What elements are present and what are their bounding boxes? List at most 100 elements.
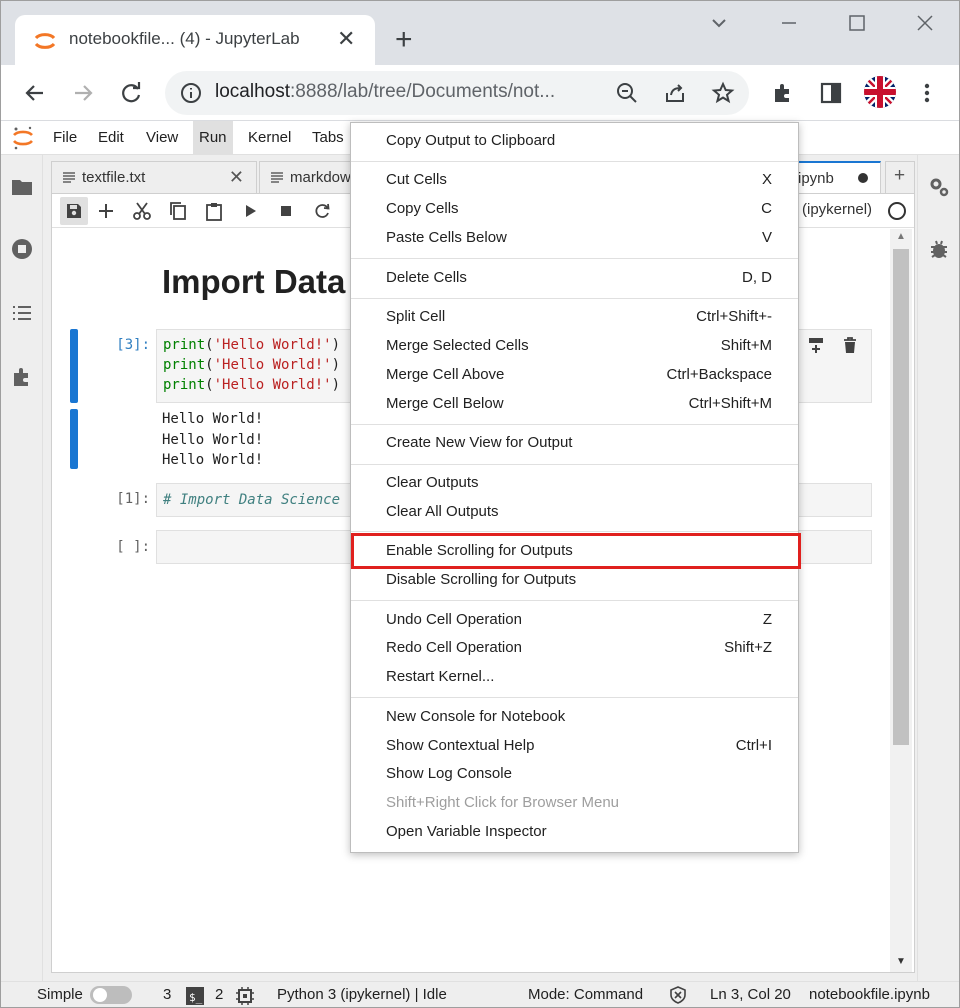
menu-kernel[interactable]: Kernel xyxy=(248,129,291,146)
tab-label: markdow xyxy=(290,169,351,186)
browser-window: notebookfile... (4) - JupyterLab ✕ + loc… xyxy=(0,0,960,1008)
side-panel-icon[interactable] xyxy=(817,79,845,107)
browser-menu-kebab-icon[interactable] xyxy=(913,79,941,107)
jupyter-logo-icon[interactable] xyxy=(11,125,35,151)
menu-item-label: Split Cell xyxy=(386,308,446,325)
debugger-bug-icon[interactable] xyxy=(927,237,951,261)
url-path: :8888/lab/tree/Documents/not... xyxy=(290,81,556,102)
profile-avatar-uk-flag-icon[interactable] xyxy=(863,75,897,109)
address-bar[interactable]: localhost:8888/lab/tree/Documents/not... xyxy=(165,71,749,115)
menu-item-open-variable-inspector[interactable]: Open Variable Inspector xyxy=(351,818,798,847)
zoom-icon[interactable] xyxy=(615,81,639,105)
share-icon[interactable] xyxy=(663,81,687,105)
reload-icon[interactable] xyxy=(117,79,145,107)
menu-item-clear-all-outputs[interactable]: Clear All Outputs xyxy=(351,498,798,527)
unsaved-dot-icon[interactable] xyxy=(858,173,868,183)
menu-item-new-console-for-notebook[interactable]: New Console for Notebook xyxy=(351,703,798,732)
menu-item-copy-output[interactable]: Copy Output to Clipboard xyxy=(351,127,798,156)
menu-tabs[interactable]: Tabs xyxy=(312,129,344,146)
menu-item-merge-cell-above[interactable]: Merge Cell Above Ctrl+Backspace xyxy=(351,361,798,390)
cut-scissors-icon[interactable] xyxy=(132,201,152,221)
menu-item-merge-selected-cells[interactable]: Merge Selected Cells Shift+M xyxy=(351,332,798,361)
forward-arrow-icon[interactable] xyxy=(69,79,97,107)
menu-separator xyxy=(351,531,798,532)
kernel-name[interactable]: (ipykernel) xyxy=(802,201,872,218)
copy-icon[interactable] xyxy=(168,201,188,221)
scroll-up-arrow-icon[interactable]: ▲ xyxy=(896,231,906,242)
menu-item-split-cell[interactable]: Split Cell Ctrl+Shift+- xyxy=(351,303,798,332)
menu-item-label: New Console for Notebook xyxy=(386,708,566,725)
menu-item-shortcut: Z xyxy=(762,611,772,628)
terminal-icon[interactable]: $_ xyxy=(186,987,204,1005)
save-button[interactable] xyxy=(60,197,88,225)
paste-clipboard-icon[interactable] xyxy=(204,201,224,221)
table-of-contents-icon[interactable] xyxy=(10,301,34,325)
extensions-puzzle-icon[interactable] xyxy=(769,79,797,107)
menu-item-cut-cells[interactable]: Cut Cells X xyxy=(351,166,798,195)
cell-collapser[interactable] xyxy=(70,329,78,403)
menu-item-restart-kernel[interactable]: Restart Kernel... xyxy=(351,663,798,692)
delete-cell-trash-icon[interactable] xyxy=(841,336,859,354)
extension-manager-icon[interactable] xyxy=(10,365,34,389)
close-window-icon[interactable] xyxy=(915,13,935,33)
close-tab-icon[interactable]: ✕ xyxy=(229,167,244,188)
scrollbar[interactable]: ▲ ▼ xyxy=(890,229,912,972)
add-tab-button[interactable]: + xyxy=(885,161,915,193)
menu-edit[interactable]: Edit xyxy=(98,129,124,146)
left-sidebar xyxy=(1,155,43,981)
menu-item-show-log-console[interactable]: Show Log Console xyxy=(351,760,798,789)
menu-item-shortcut: C xyxy=(761,200,772,217)
site-info-icon[interactable] xyxy=(179,81,203,105)
minimize-icon[interactable] xyxy=(779,13,799,33)
run-cell-play-icon[interactable] xyxy=(240,201,260,221)
menu-item-delete-cells[interactable]: Delete Cells D, D xyxy=(351,264,798,293)
cursor-position[interactable]: Ln 3, Col 20 xyxy=(710,986,791,1003)
browser-tab[interactable]: notebookfile... (4) - JupyterLab ✕ xyxy=(15,15,375,67)
menu-item-disable-scrolling-for-outputs[interactable]: Disable Scrolling for Outputs xyxy=(351,566,798,595)
menu-item-create-new-view-for-output[interactable]: Create New View for Output xyxy=(351,429,798,458)
cell-input-prompt: [1]: xyxy=(116,491,150,507)
back-arrow-icon[interactable] xyxy=(21,79,49,107)
menu-item-undo-cell-operation[interactable]: Undo Cell Operation Z xyxy=(351,606,798,635)
running-sessions-icon[interactable] xyxy=(10,237,34,261)
output-collapser[interactable] xyxy=(70,409,78,469)
property-inspector-gears-icon[interactable] xyxy=(927,175,951,199)
menu-item-redo-cell-operation[interactable]: Redo Cell Operation Shift+Z xyxy=(351,634,798,663)
menu-run[interactable]: Run xyxy=(193,121,233,154)
kernels-count: 2 xyxy=(215,986,224,1003)
bookmark-star-icon[interactable] xyxy=(711,81,735,105)
kernel-status[interactable]: Python 3 (ipykernel) | Idle xyxy=(277,986,447,1003)
restart-kernel-icon[interactable] xyxy=(312,201,332,221)
browser-toolbar: localhost:8888/lab/tree/Documents/not... xyxy=(1,65,959,121)
folder-icon[interactable] xyxy=(10,175,34,199)
menu-item-label: Paste Cells Below xyxy=(386,229,507,246)
command-mode: Mode: Command xyxy=(528,986,644,1003)
output-line: Hello World! xyxy=(162,432,264,448)
menu-item-paste-cells-below[interactable]: Paste Cells Below V xyxy=(351,224,798,253)
menu-item-show-contextual-help[interactable]: Show Contextual Help Ctrl+I xyxy=(351,732,798,761)
insert-cell-below-icon[interactable] xyxy=(807,336,825,354)
menu-item-merge-cell-below[interactable]: Merge Cell Below Ctrl+Shift+M xyxy=(351,390,798,419)
close-tab-icon[interactable]: ✕ xyxy=(337,27,355,51)
menu-item-label: Disable Scrolling for Outputs xyxy=(386,571,577,588)
menu-separator xyxy=(351,464,798,465)
tab-search-icon[interactable] xyxy=(709,13,729,33)
insert-cell-plus-icon[interactable] xyxy=(96,201,116,221)
tab-textfile[interactable]: textfile.txt ✕ xyxy=(51,161,257,193)
trusted-shield-icon[interactable] xyxy=(669,986,687,1004)
menu-item-label: Clear All Outputs xyxy=(386,503,499,520)
menu-item-label: Undo Cell Operation xyxy=(386,611,522,628)
menu-item-copy-cells[interactable]: Copy Cells C xyxy=(351,195,798,224)
menu-view[interactable]: View xyxy=(146,129,178,146)
kernel-chip-icon[interactable] xyxy=(235,986,255,1006)
maximize-icon[interactable] xyxy=(847,13,867,33)
menu-item-clear-outputs[interactable]: Clear Outputs xyxy=(351,469,798,498)
new-tab-button[interactable]: + xyxy=(395,25,413,55)
status-bar: Simple 3 $_ 2 Python 3 (ipykernel) | Idl… xyxy=(1,981,959,1007)
scroll-down-arrow-icon[interactable]: ▼ xyxy=(896,956,906,967)
menu-file[interactable]: File xyxy=(53,129,77,146)
stop-kernel-icon[interactable] xyxy=(276,201,296,221)
simple-mode-toggle[interactable] xyxy=(90,986,132,1004)
scrollbar-thumb[interactable] xyxy=(893,249,909,745)
tab-markdown[interactable]: markdow xyxy=(259,161,359,193)
